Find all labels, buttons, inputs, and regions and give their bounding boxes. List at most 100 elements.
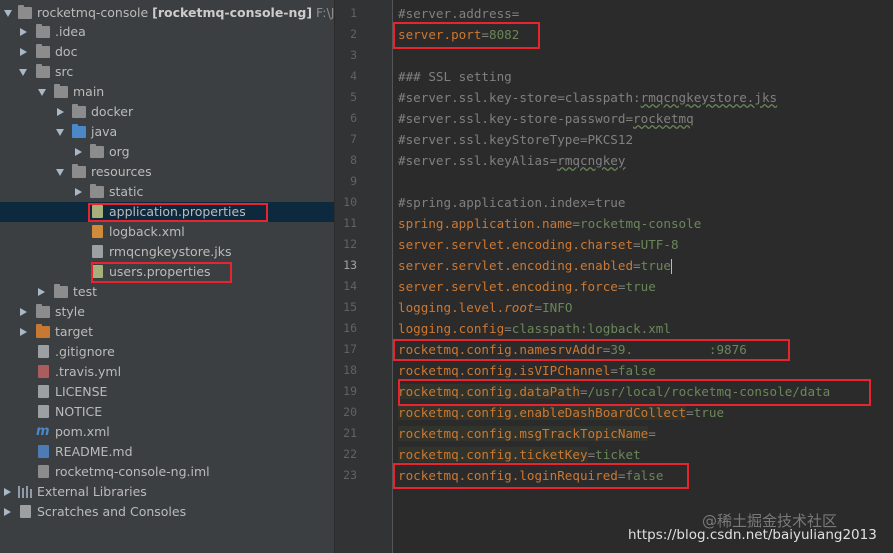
- xml-file-icon: [92, 225, 103, 238]
- code-line[interactable]: spring.application.name=rocketmq-console: [398, 213, 701, 234]
- tree-item-travis-yml[interactable]: .travis.yml: [0, 362, 334, 382]
- tree-item-logback-xml[interactable]: logback.xml: [0, 222, 334, 242]
- code-line[interactable]: rocketmq.config.ticketKey=ticket: [398, 444, 641, 465]
- chevron-down-icon[interactable]: [38, 89, 46, 96]
- tree-item-src[interactable]: src: [0, 62, 334, 82]
- line-number: 2: [350, 27, 357, 41]
- comment-value: rmqcngkeystore.jks: [640, 90, 778, 105]
- equals-sign: =: [633, 237, 641, 252]
- highlight-box: [393, 339, 790, 361]
- tree-item-label: test: [73, 284, 98, 299]
- tree-item-gitignore[interactable]: .gitignore: [0, 342, 334, 362]
- code-line[interactable]: #spring.application.index=true: [398, 192, 625, 213]
- chevron-down-icon[interactable]: [56, 169, 64, 176]
- property-key: logging.level.: [398, 300, 505, 315]
- tree-item-label: style: [55, 304, 85, 319]
- package-icon: [90, 144, 104, 158]
- chevron-right-icon[interactable]: [38, 288, 45, 296]
- chevron-right-icon[interactable]: [75, 188, 82, 196]
- equals-sign: =: [686, 405, 694, 420]
- property-key-italic: root: [504, 300, 535, 315]
- tree-root[interactable]: rocketmq-console [rocketmq-console-ng] F…: [0, 3, 334, 23]
- highlight-box: [393, 463, 689, 489]
- tree-item-docker[interactable]: docker: [0, 102, 334, 122]
- tree-item-org[interactable]: org: [0, 142, 334, 162]
- scratches-icon: [20, 505, 31, 518]
- chevron-down-icon[interactable]: [19, 69, 27, 76]
- tree-item-label: pom.xml: [55, 424, 110, 439]
- tree-item-java[interactable]: java: [0, 122, 334, 142]
- highlight-box: [393, 22, 540, 49]
- tree-item-test[interactable]: test: [0, 282, 334, 302]
- tree-item-scratches[interactable]: Scratches and Consoles: [0, 502, 334, 522]
- tree-item-keystore[interactable]: rmqcngkeystore.jks: [0, 242, 334, 262]
- tree-item-style[interactable]: style: [0, 302, 334, 322]
- highlight-box: [88, 203, 268, 222]
- tree-item-label: logback.xml: [109, 224, 185, 239]
- project-tree-panel: rocketmq-console [rocketmq-console-ng] F…: [0, 0, 334, 553]
- property-key: server.servlet.encoding.charset: [398, 237, 634, 252]
- tree-item-label: main: [73, 84, 105, 99]
- line-number: 20: [343, 405, 357, 419]
- file-icon: [38, 345, 49, 358]
- tree-item-target[interactable]: target: [0, 322, 334, 342]
- code-line[interactable]: rocketmq.config.msgTrackTopicName=: [398, 423, 656, 444]
- property-key: server.servlet.encoding.force: [398, 279, 618, 294]
- chevron-right-icon[interactable]: [20, 328, 27, 336]
- code-line[interactable]: #server.address=: [398, 3, 519, 24]
- tree-item-label: doc: [55, 44, 78, 59]
- property-value: UTF-8: [640, 237, 679, 252]
- chevron-right-icon[interactable]: [4, 508, 11, 516]
- line-number: 16: [343, 321, 357, 335]
- tree-item-pom-xml[interactable]: m pom.xml: [0, 422, 334, 442]
- line-number: 6: [350, 111, 357, 125]
- code-line[interactable]: ### SSL setting: [398, 66, 512, 87]
- code-line[interactable]: logging.config=classpath:logback.xml: [398, 318, 671, 339]
- comment-text: ### SSL setting: [398, 69, 512, 84]
- tree-item-label: .travis.yml: [55, 364, 122, 379]
- tree-item-license[interactable]: LICENSE: [0, 382, 334, 402]
- code-line[interactable]: server.servlet.encoding.force=true: [398, 276, 656, 297]
- folder-icon: [36, 64, 50, 78]
- chevron-down-icon[interactable]: [56, 129, 64, 136]
- tree-item-label: src: [55, 64, 74, 79]
- tree-item-main[interactable]: main: [0, 82, 334, 102]
- tree-item-notice[interactable]: NOTICE: [0, 402, 334, 422]
- code-line[interactable]: #server.ssl.key-store=classpath:rmqcngke…: [398, 87, 777, 108]
- text-file-icon: [38, 385, 49, 398]
- code-line[interactable]: server.servlet.encoding.charset=UTF-8: [398, 234, 679, 255]
- chevron-right-icon[interactable]: [75, 148, 82, 156]
- chevron-down-icon[interactable]: [4, 10, 12, 17]
- excluded-folder-icon: [36, 324, 50, 338]
- url-watermark: https://blog.csdn.net/baiyuliang2013: [628, 527, 877, 543]
- folder-icon: [36, 304, 50, 318]
- code-line[interactable]: #server.ssl.keyStoreType=PKCS12: [398, 129, 633, 150]
- chevron-right-icon[interactable]: [4, 488, 11, 496]
- chevron-right-icon[interactable]: [20, 28, 27, 36]
- tree-item-doc[interactable]: doc: [0, 42, 334, 62]
- tree-item-label: External Libraries: [37, 484, 147, 499]
- chevron-right-icon[interactable]: [57, 108, 64, 116]
- chevron-right-icon[interactable]: [20, 48, 27, 56]
- tree-item-iml[interactable]: rocketmq-console-ng.iml: [0, 462, 334, 482]
- code-line[interactable]: rocketmq.config.isVIPChannel=false: [398, 360, 656, 381]
- tree-item-idea[interactable]: .idea: [0, 22, 334, 42]
- code-line[interactable]: #server.ssl.keyAlias=rmqcngkey: [398, 150, 625, 171]
- property-value: ticket: [595, 447, 641, 462]
- folder-icon: [72, 104, 86, 118]
- tree-item-static[interactable]: static: [0, 182, 334, 202]
- maven-icon: m: [36, 424, 50, 439]
- tree-item-label: NOTICE: [55, 404, 103, 419]
- tree-item-external-libraries[interactable]: External Libraries: [0, 482, 334, 502]
- line-number: 5: [350, 90, 357, 104]
- code-line[interactable]: server.servlet.encoding.enabled=true: [398, 255, 672, 276]
- tree-item-resources[interactable]: resources: [0, 162, 334, 182]
- tree-item-label: resources: [91, 164, 152, 179]
- tree-item-readme[interactable]: README.md: [0, 442, 334, 462]
- property-value: rocketmq-console: [579, 216, 702, 231]
- code-line[interactable]: #server.ssl.key-store-password=rocketmq: [398, 108, 694, 129]
- code-line[interactable]: logging.level.root=INFO: [398, 297, 572, 318]
- folder-icon: [18, 5, 32, 19]
- chevron-right-icon[interactable]: [20, 308, 27, 316]
- line-number: 19: [343, 384, 357, 398]
